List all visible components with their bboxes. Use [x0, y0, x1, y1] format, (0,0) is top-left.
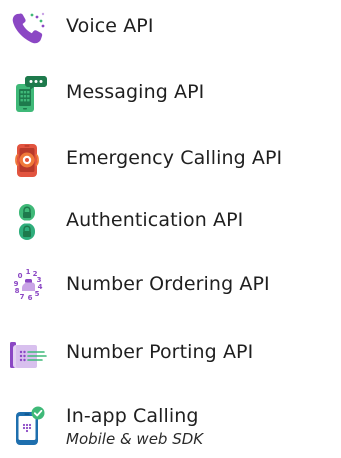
- svg-text:6: 6: [28, 294, 33, 302]
- product-item-in-app-calling[interactable]: In-app Calling Mobile & web SDK: [0, 404, 341, 458]
- dial-pad-icon: 1 2 3 4 5 6 7 8 9 0: [8, 266, 48, 306]
- svg-text:9: 9: [14, 280, 19, 288]
- product-label: Authentication API: [66, 209, 244, 231]
- mobile-app-icon: [8, 406, 48, 446]
- product-label: Emergency Calling API: [66, 147, 283, 169]
- porting-icon: [8, 332, 48, 372]
- sms-phone-icon: [8, 74, 48, 114]
- svg-text:8: 8: [15, 287, 20, 295]
- product-list: Voice API Messaging API Emergency Callin…: [0, 0, 341, 458]
- svg-text:1: 1: [26, 268, 31, 276]
- emergency-phone-icon: [8, 140, 48, 180]
- svg-text:7: 7: [20, 293, 25, 301]
- product-item-voice-api[interactable]: Voice API: [0, 4, 341, 48]
- product-label: In-app Calling: [66, 405, 199, 427]
- svg-text:0: 0: [18, 272, 23, 280]
- lock-icon: [8, 202, 48, 242]
- product-item-number-porting-api[interactable]: Number Porting API: [0, 328, 341, 372]
- phone-icon: [8, 8, 48, 48]
- product-sublabel: Mobile & web SDK: [66, 430, 204, 448]
- product-item-messaging-api[interactable]: Messaging API: [0, 70, 341, 114]
- product-item-emergency-calling-api[interactable]: Emergency Calling API: [0, 136, 341, 180]
- product-label: Voice API: [66, 15, 154, 37]
- product-label: Messaging API: [66, 81, 205, 103]
- svg-text:5: 5: [35, 290, 40, 298]
- product-label: Number Porting API: [66, 341, 254, 363]
- product-item-authentication-api[interactable]: Authentication API: [0, 198, 341, 242]
- product-item-number-ordering-api[interactable]: 1 2 3 4 5 6 7 8 9 0 Number Ordering API: [0, 262, 341, 306]
- product-label: Number Ordering API: [66, 273, 270, 295]
